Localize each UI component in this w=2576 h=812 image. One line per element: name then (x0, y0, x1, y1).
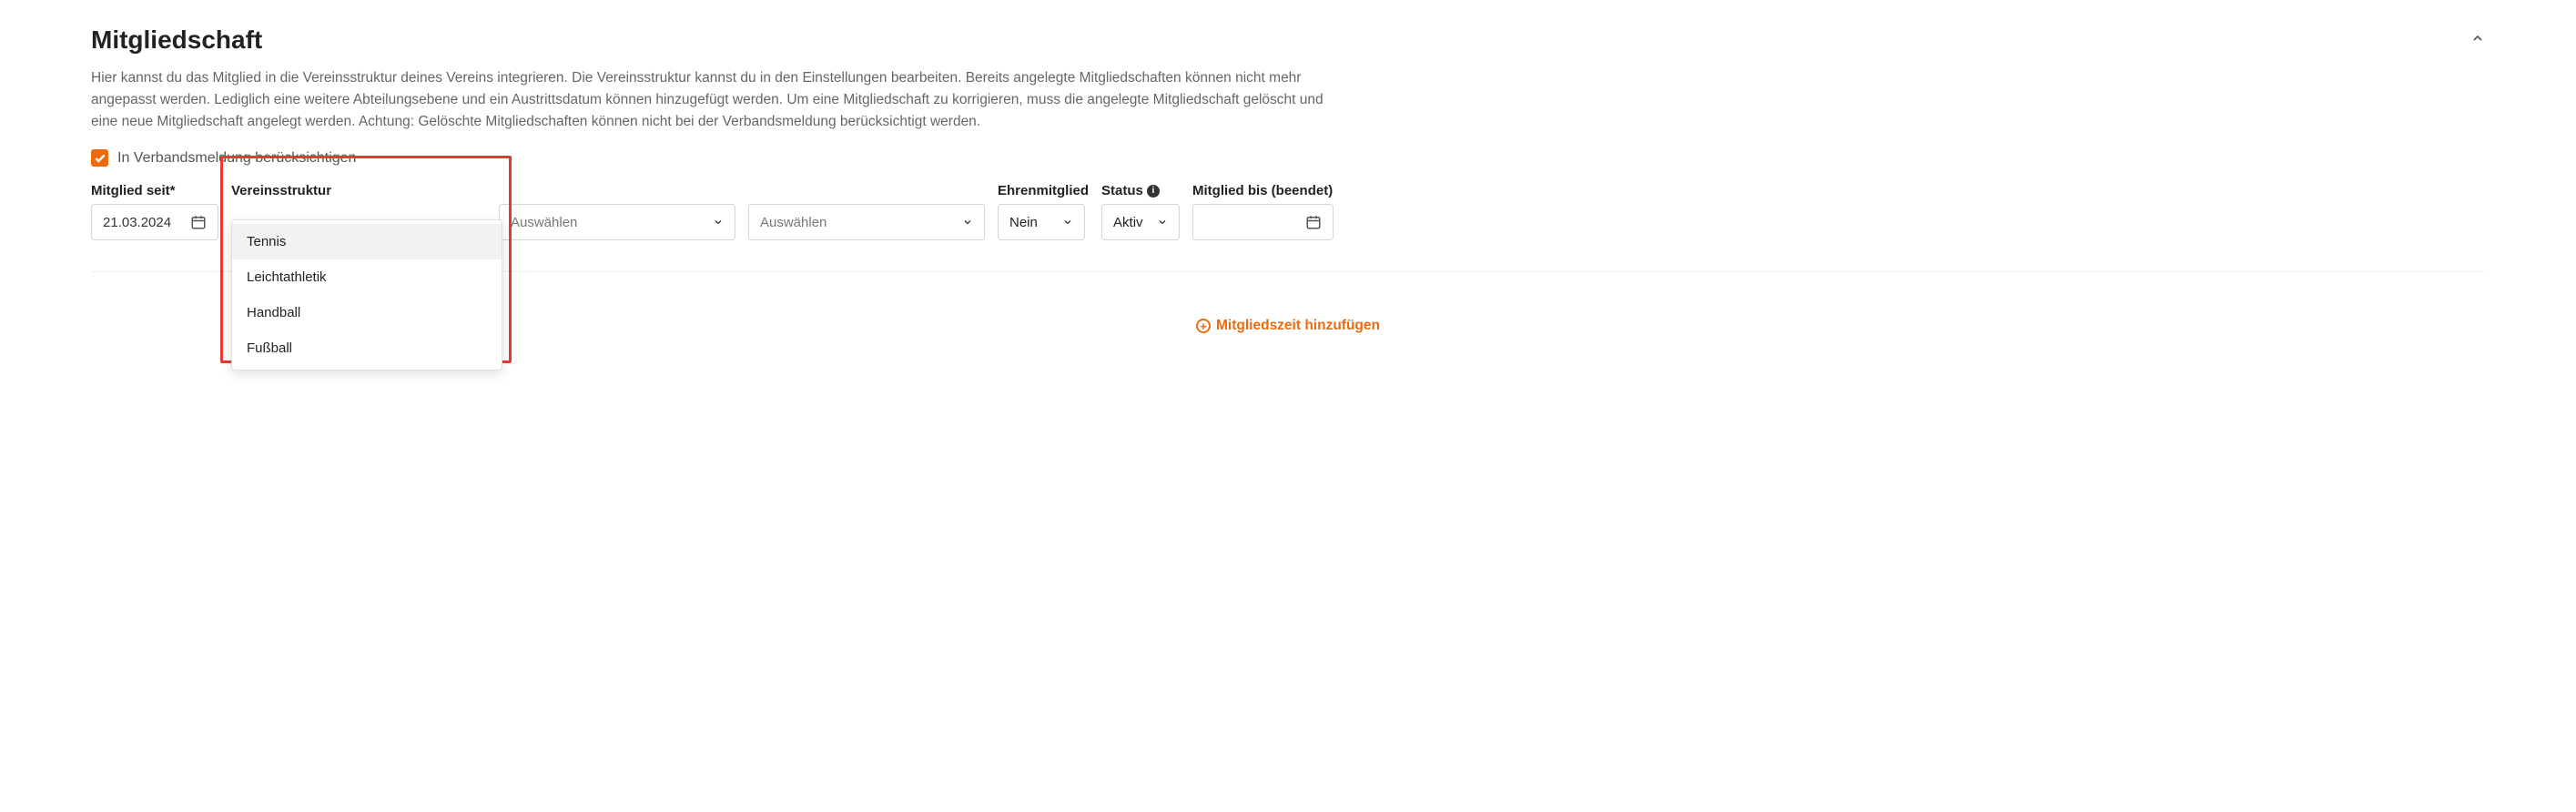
dropdown-vereinsstruktur[interactable]: Tennis Leichtathletik Handball Fußball (231, 219, 502, 370)
select-status[interactable]: Aktiv (1101, 204, 1180, 240)
value-ehren: Nein (1009, 215, 1038, 230)
chevron-down-icon (1157, 217, 1168, 228)
placeholder-select2: Auswählen (511, 215, 577, 230)
chevron-down-icon (962, 217, 973, 228)
value-mitglied-seit: 21.03.2024 (103, 215, 183, 230)
field-status: Status i Aktiv (1101, 183, 1180, 240)
dropdown-item-handball[interactable]: Handball (232, 295, 502, 330)
field-mitglied-bis: Mitglied bis (beendet) (1192, 183, 1334, 240)
field-select2: Auswählen (499, 183, 735, 240)
field-vereinsstruktur: Vereinsstruktur Tennis Leichtathletik Ha… (231, 183, 486, 240)
calendar-icon (190, 214, 207, 230)
field-mitglied-seit: Mitglied seit* 21.03.2024 (91, 183, 218, 240)
label-mitglied-seit: Mitglied seit* (91, 183, 218, 198)
verband-checkbox-row[interactable]: In Verbandsmeldung berücksichtigen (91, 149, 2485, 167)
section-description: Hier kannst du das Mitglied in die Verei… (91, 67, 1329, 133)
info-icon[interactable]: i (1147, 185, 1160, 198)
label-mitglied-bis: Mitglied bis (beendet) (1192, 183, 1334, 198)
calendar-icon (1305, 214, 1322, 230)
verband-checkbox-label: In Verbandsmeldung berücksichtigen (117, 150, 356, 167)
value-status: Aktiv (1113, 215, 1143, 230)
input-mitglied-bis[interactable] (1192, 204, 1334, 240)
fields-row: Mitglied seit* 21.03.2024 Vereinsstruktu… (91, 183, 2485, 240)
plus-circle-icon: + (1196, 319, 1211, 333)
input-mitglied-seit[interactable]: 21.03.2024 (91, 204, 218, 240)
section-title: Mitgliedschaft (91, 25, 262, 55)
dropdown-item-fussball[interactable]: Fußball (232, 330, 502, 366)
checkmark-icon (94, 152, 106, 165)
field-ehren: Ehrenmitglied Nein (998, 183, 1089, 240)
dropdown-item-tennis[interactable]: Tennis (232, 224, 502, 259)
add-membership-time-label: Mitgliedszeit hinzufügen (1216, 318, 1380, 334)
label-vereinsstruktur: Vereinsstruktur (231, 183, 486, 198)
dropdown-item-leichtathletik[interactable]: Leichtathletik (232, 259, 502, 295)
chevron-up-icon (2470, 31, 2485, 46)
field-select3: Auswählen (748, 183, 985, 240)
select-level2[interactable]: Auswählen (499, 204, 735, 240)
membership-section: Mitgliedschaft Hier kannst du das Mitgli… (55, 7, 2521, 370)
label-select3 (748, 183, 985, 198)
select-ehren[interactable]: Nein (998, 204, 1085, 240)
placeholder-select3: Auswählen (760, 215, 827, 230)
label-status: Status i (1101, 183, 1180, 198)
verband-checkbox[interactable] (91, 149, 108, 167)
select-level3[interactable]: Auswählen (748, 204, 985, 240)
label-select2 (499, 183, 735, 198)
chevron-down-icon (713, 217, 724, 228)
label-ehren: Ehrenmitglied (998, 183, 1089, 198)
collapse-toggle[interactable] (2470, 31, 2485, 50)
section-header: Mitgliedschaft (91, 25, 2485, 55)
label-status-text: Status (1101, 183, 1143, 198)
chevron-down-icon (1062, 217, 1073, 228)
